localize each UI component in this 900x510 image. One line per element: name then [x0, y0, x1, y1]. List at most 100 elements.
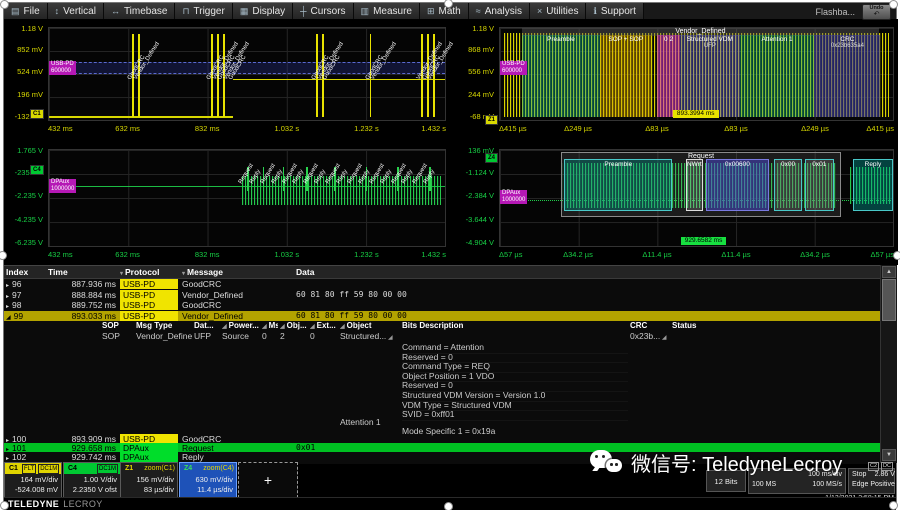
timebase-row2: 100 MS100 MS/s — [752, 481, 842, 488]
column-header-protocol[interactable]: ▾Protocol — [120, 267, 180, 279]
y-tick: 556 mV — [451, 68, 494, 76]
menu-item-support[interactable]: ℹSupport — [586, 3, 643, 19]
trigger-box[interactable]: C2DCStop2.86 VEdgePositive — [848, 468, 895, 494]
descriptor-z4[interactable]: Z4zoom(C4)630 mV/div11.4 µs/div — [179, 462, 237, 498]
menu-item-measure[interactable]: ▥Measure — [354, 3, 420, 19]
table-header-row: IndexTime ▾Protocol▾MessageData — [4, 266, 880, 279]
y-tick: -2.235 V — [4, 192, 43, 200]
plot-c4[interactable]: RequestReplyRequestReplyRequestReplyRequ… — [48, 149, 446, 247]
menu-item-label: Analysis — [485, 6, 522, 17]
table-row-99[interactable]: ◢99893.033 msUSB-PDVendor_Defined60 81 8… — [4, 311, 880, 322]
descriptor-z1[interactable]: Z1zoom(C1)156 mV/div83 µs/div — [120, 462, 178, 498]
channel-badge-c1[interactable]: C1 — [30, 109, 44, 119]
menu-item-analysis[interactable]: ≈ Analysis — [469, 3, 530, 19]
decoder-label-usb-pd[interactable]: USB-PD600000 — [500, 61, 527, 75]
detail-header-3: Dat... — [194, 321, 220, 331]
x-tick: 432 ms — [48, 250, 73, 259]
channel-badge-z4[interactable]: Z4 — [485, 153, 498, 163]
plot-z1[interactable]: Vendor_DefinedPreambleSOP + SOP0 2Struct… — [499, 27, 894, 121]
channel-badge-c4[interactable]: C4 — [30, 165, 44, 175]
scroll-down-button[interactable]: ▼ — [882, 449, 896, 461]
column-header-time[interactable]: Time — [48, 267, 116, 277]
table-scrollbar[interactable]: ▲ ▼ — [880, 265, 897, 463]
decode-segment-0x01: 0x01 — [805, 159, 834, 212]
expand-icon[interactable]: ◢ — [660, 335, 666, 341]
y-tick: -4.235 V — [4, 216, 43, 224]
table-row-98[interactable]: ▸98889.752 msUSB-PDGoodCRC — [4, 300, 880, 311]
resize-handle-top-right[interactable] — [889, 0, 898, 9]
column-header-index[interactable]: Index — [6, 267, 48, 277]
segment-label: CRC — [814, 36, 880, 43]
descriptor-c4[interactable]: C4DC1M1.00 V/div2.2350 V ofst — [63, 462, 121, 498]
bits-description-line: Mode Specific 1 = 0x19a — [402, 427, 495, 437]
menu-item-display[interactable]: ▦Display — [233, 3, 293, 19]
resize-handle-top-left[interactable] — [0, 0, 9, 9]
add-trace-button[interactable]: + — [238, 462, 298, 498]
menu-item-label: Display — [252, 6, 285, 17]
y-tick: 868 mV — [451, 46, 494, 54]
menu-item-utilities[interactable]: ×Utilities — [530, 3, 587, 19]
sort-icon: ◢ — [222, 324, 227, 330]
sort-icon[interactable]: ▾ — [120, 271, 123, 277]
column-header-message[interactable]: ▾Message — [182, 267, 294, 279]
message-cell: GoodCRC — [182, 279, 294, 289]
trigger-pulse-icon: ⊓ — [182, 7, 189, 16]
decode-segment-preamble: Preamble — [564, 159, 672, 212]
detail-header-9: Bits Description — [402, 321, 628, 331]
expand-arrow[interactable]: ▸ — [6, 304, 9, 310]
protocol-cell: USB-PD — [120, 290, 178, 300]
trigger-grid: Stop2.86 VEdgePositive — [852, 471, 891, 488]
resize-handle-right-middle[interactable] — [893, 251, 900, 260]
menu-item-trigger[interactable]: ⊓Trigger — [175, 3, 232, 19]
decoder-label-usb-pd[interactable]: USB-PD600000 — [49, 61, 76, 75]
menu-item-timebase[interactable]: ↔Timebase — [104, 3, 176, 19]
timebase-arrows-icon: ↔ — [111, 7, 120, 16]
decoder-name: USB-PD — [500, 61, 527, 68]
logo-teledyne: TELEDYNE — [8, 499, 59, 509]
expand-icon[interactable]: ◢ — [386, 335, 392, 341]
x-tick: Δ249 µs — [801, 124, 829, 133]
expand-arrow[interactable]: ▸ — [6, 283, 9, 289]
segment-label: Reply — [854, 161, 891, 168]
detail-header-10: CRC — [630, 321, 670, 331]
detail-value-10: 0x23b... ◢ — [630, 331, 670, 343]
menu-item-cursors[interactable]: ┼Cursors — [293, 3, 353, 19]
decode-segment-0x00: 0x00 — [774, 159, 802, 212]
expand-arrow[interactable]: ▸ — [6, 294, 9, 300]
detail-value-1: SOP — [102, 331, 134, 341]
sort-icon[interactable]: ▾ — [182, 271, 185, 277]
decoder-label-dpaux[interactable]: DPAux1000000 — [500, 190, 527, 204]
detail-header-row: SOPMsg TypeDat...◢Power...◢Ms◢Obj...◢Ext… — [4, 321, 880, 330]
analysis-wave-icon: ≈ — [476, 7, 481, 16]
decoder-rate: 600000 — [500, 68, 527, 75]
x-tick: Δ415 µs — [866, 124, 894, 133]
detail-value-row[interactable]: SOPVendor_DefinedUFPSource020Structured.… — [4, 331, 880, 342]
file-icon: ▤ — [11, 7, 20, 16]
scroll-up-button[interactable]: ▲ — [882, 266, 896, 278]
channel-badge-z1[interactable]: Z1 — [485, 115, 498, 125]
descriptor-header: Z1zoom(C1) — [121, 463, 177, 474]
menu-item-label: File — [24, 6, 40, 17]
resize-handle-bottom-left[interactable] — [0, 501, 9, 510]
menu-item-file[interactable]: ▤ File — [4, 3, 48, 19]
undo-button[interactable]: Undo ↶ — [862, 4, 891, 20]
watermark: 微信号: TeledyneLecroy — [589, 447, 842, 477]
descriptor-header: Z4zoom(C4) — [180, 463, 236, 474]
column-header-data[interactable]: Data — [296, 267, 856, 277]
plot-c1[interactable]: USB-PD600000GoodCRCVendor_DefinedGoodCRC… — [48, 27, 446, 121]
menu-item-label: Utilities — [546, 6, 578, 17]
table-row-96[interactable]: ▸96887.936 msUSB-PDGoodCRC — [4, 279, 880, 290]
descriptor-c1[interactable]: C1FLTDC1M164 mV/div-524.008 mV — [4, 462, 62, 498]
expand-arrow[interactable]: ◢ — [6, 315, 11, 321]
decoder-label-dpaux[interactable]: DPAux1000000 — [49, 179, 76, 193]
scroll-thumb[interactable] — [882, 279, 896, 321]
table-row-97[interactable]: ▸97888.884 msUSB-PDVendor_Defined60 81 8… — [4, 290, 880, 301]
descriptor-scale: 1.00 V/div — [84, 475, 117, 484]
y-tick: -3.644 V — [451, 216, 494, 224]
menu-item-vertical[interactable]: ↕Vertical — [48, 3, 104, 19]
resize-handle-bottom-right[interactable] — [889, 501, 898, 510]
plot-z4[interactable]: RequestPreambleNWrt0x006000x000x01ReplyD… — [499, 149, 894, 247]
cursor-time-badge: 929.6582 ms — [681, 237, 727, 245]
resize-handle-bottom-middle[interactable] — [444, 502, 453, 510]
vertical-arrows-icon: ↕ — [55, 7, 60, 16]
